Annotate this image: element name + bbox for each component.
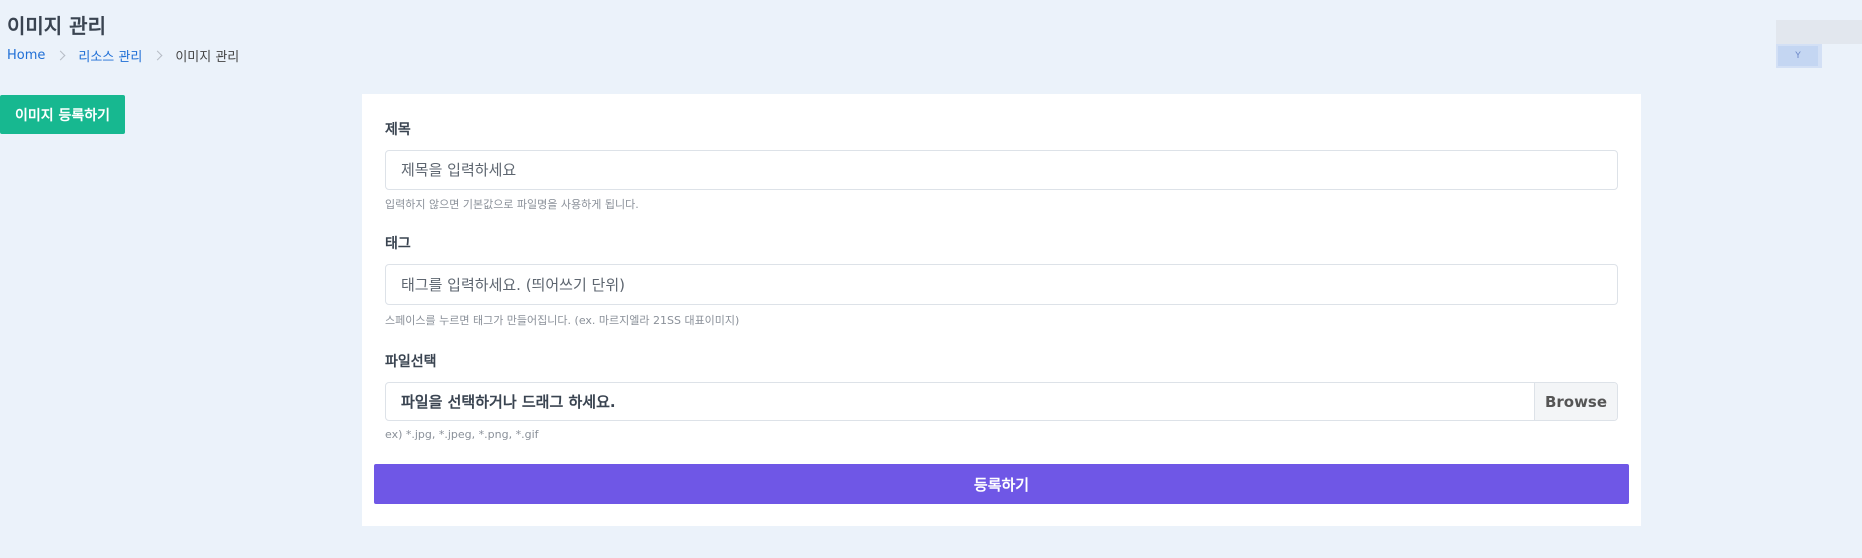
register-image-button[interactable]: 이미지 등록하기 <box>0 95 125 134</box>
file-label: 파일선택 <box>385 354 437 370</box>
chevron-right-icon <box>55 50 66 61</box>
title-input[interactable] <box>385 150 1618 190</box>
file-help-text: ex) *.jpg, *.jpeg, *.png, *.gif <box>385 428 539 441</box>
tag-label: 태그 <box>385 236 411 252</box>
tag-help-text: 스페이스를 누르면 태그가 만들어집니다. (ex. 마르지엘라 21SS 대표… <box>385 314 740 327</box>
page-title: 이미지 관리 <box>7 14 106 38</box>
title-label: 제목 <box>385 122 411 138</box>
user-name-blurred <box>1776 20 1862 44</box>
breadcrumb: Home 리소스 관리 이미지 관리 <box>7 46 239 65</box>
page: 이미지 관리 Home 리소스 관리 이미지 관리 Y 이미지 등록하기 제목 … <box>0 0 1862 558</box>
breadcrumb-home-link[interactable]: Home <box>7 48 45 63</box>
submit-button[interactable]: 등록하기 <box>374 464 1629 504</box>
browse-button[interactable]: Browse <box>1534 383 1617 420</box>
breadcrumb-resource-link[interactable]: 리소스 관리 <box>78 46 142 65</box>
breadcrumb-current: 이미지 관리 <box>175 50 240 65</box>
file-drop-label[interactable]: 파일을 선택하거나 드래그 하세요. <box>386 383 1534 420</box>
image-upload-form: 제목 입력하지 않으면 기본값으로 파일명을 사용하게 됩니다. 태그 스페이스… <box>362 94 1641 526</box>
user-menu[interactable]: Y <box>1776 20 1862 68</box>
title-help-text: 입력하지 않으면 기본값으로 파일명을 사용하게 됩니다. <box>385 198 639 211</box>
chevron-right-icon <box>152 50 163 61</box>
file-input[interactable]: 파일을 선택하거나 드래그 하세요. Browse <box>385 382 1618 421</box>
avatar[interactable]: Y <box>1778 46 1818 66</box>
tag-input[interactable] <box>385 264 1618 305</box>
